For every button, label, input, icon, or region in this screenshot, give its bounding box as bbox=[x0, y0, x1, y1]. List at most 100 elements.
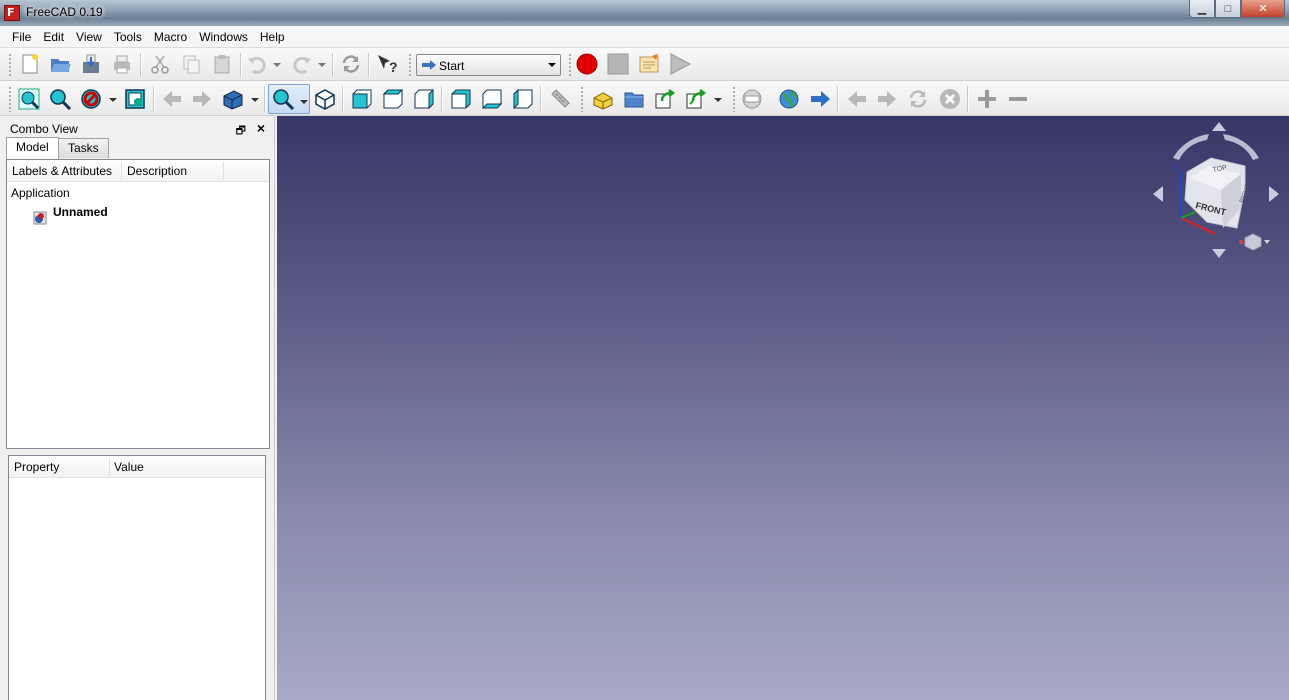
view-left-icon[interactable] bbox=[512, 88, 534, 110]
make-link-icon[interactable] bbox=[654, 88, 676, 110]
zoom-out-icon[interactable] bbox=[1007, 88, 1029, 110]
web-back-icon[interactable] bbox=[846, 88, 868, 110]
view-bottom-icon[interactable] bbox=[481, 88, 503, 110]
make-sublink-icon[interactable] bbox=[685, 88, 707, 110]
whats-this-icon[interactable]: ? bbox=[376, 53, 398, 75]
toolbar-grip[interactable] bbox=[580, 86, 584, 112]
column-divider[interactable] bbox=[109, 458, 110, 476]
draw-style-icon[interactable] bbox=[80, 88, 102, 110]
refresh-icon[interactable] bbox=[340, 53, 362, 75]
rotate-cw-icon[interactable] bbox=[1223, 134, 1259, 160]
3d-view[interactable]: TOP FRONT RIGHT Z bbox=[277, 116, 1289, 700]
navigation-cube[interactable]: TOP FRONT RIGHT Z bbox=[1151, 120, 1281, 260]
copy-icon[interactable] bbox=[180, 53, 202, 75]
open-folder-icon[interactable] bbox=[49, 53, 71, 75]
web-stop-icon[interactable] bbox=[741, 88, 763, 110]
toolbar-separator bbox=[240, 53, 242, 77]
bounding-box-icon[interactable] bbox=[124, 88, 146, 110]
column-property[interactable]: Property bbox=[14, 460, 59, 474]
paste-icon[interactable] bbox=[211, 53, 233, 75]
rotate-left-icon[interactable] bbox=[1153, 186, 1163, 202]
undo-icon[interactable] bbox=[246, 53, 268, 75]
minimize-button[interactable]: ▁ bbox=[1189, 0, 1215, 18]
close-button[interactable]: ✕ bbox=[1241, 0, 1285, 18]
float-panel-icon[interactable]: 🗗 bbox=[236, 122, 246, 141]
view-top-icon[interactable] bbox=[382, 88, 404, 110]
column-divider[interactable] bbox=[223, 162, 224, 180]
menu-windows[interactable]: Windows bbox=[193, 26, 254, 47]
std-views-dropdown-icon[interactable] bbox=[250, 88, 260, 110]
fit-selection-icon[interactable] bbox=[49, 88, 71, 110]
create-part-icon[interactable] bbox=[592, 88, 614, 110]
rotate-up-icon[interactable] bbox=[1212, 122, 1226, 131]
menu-tools[interactable]: Tools bbox=[108, 26, 148, 47]
web-globe-icon[interactable] bbox=[778, 88, 800, 110]
create-group-icon[interactable] bbox=[623, 88, 645, 110]
toolbar-separator bbox=[140, 53, 142, 77]
zoom-in-icon[interactable] bbox=[976, 88, 998, 110]
svg-text:?: ? bbox=[389, 59, 398, 75]
save-icon[interactable] bbox=[80, 53, 102, 75]
chevron-down-icon bbox=[548, 63, 556, 67]
redo-dropdown-icon[interactable] bbox=[317, 53, 327, 75]
web-go-arrow-icon[interactable] bbox=[809, 88, 831, 110]
toolbar-grip[interactable] bbox=[732, 86, 736, 112]
menu-help[interactable]: Help bbox=[254, 26, 291, 47]
column-divider[interactable] bbox=[121, 162, 122, 180]
std-views-icon[interactable] bbox=[222, 88, 244, 110]
web-forward-icon[interactable] bbox=[876, 88, 898, 110]
print-icon[interactable] bbox=[111, 53, 133, 75]
macro-edit-icon[interactable] bbox=[638, 53, 660, 75]
tree-group-application[interactable]: Application bbox=[11, 186, 70, 200]
view-right-icon[interactable] bbox=[413, 88, 435, 110]
maximize-button[interactable]: □ bbox=[1215, 0, 1241, 18]
close-panel-icon[interactable]: × bbox=[257, 120, 265, 136]
zoom-active-button[interactable] bbox=[268, 84, 310, 114]
menu-file[interactable]: File bbox=[6, 26, 37, 47]
toolbar-separator bbox=[441, 86, 443, 112]
macro-run-icon[interactable] bbox=[669, 53, 691, 75]
column-value[interactable]: Value bbox=[114, 460, 144, 474]
link-actions-dropdown-icon[interactable] bbox=[713, 88, 723, 110]
rotate-ccw-icon[interactable] bbox=[1173, 134, 1209, 160]
toolbar-grip[interactable] bbox=[8, 86, 12, 112]
model-tree: Labels & Attributes Description Applicat… bbox=[6, 159, 270, 449]
document-icon bbox=[33, 211, 47, 225]
toolbar-grip[interactable] bbox=[8, 53, 12, 77]
tab-model[interactable]: Model bbox=[6, 137, 59, 159]
menu-view[interactable]: View bbox=[70, 26, 108, 47]
back-arrow-icon[interactable] bbox=[161, 88, 183, 110]
undo-dropdown-icon[interactable] bbox=[272, 53, 282, 75]
view-front-icon[interactable] bbox=[351, 88, 373, 110]
menu-macro[interactable]: Macro bbox=[148, 26, 193, 47]
web-stop-loading-icon[interactable] bbox=[939, 88, 961, 110]
menu-edit[interactable]: Edit bbox=[37, 26, 70, 47]
new-document-icon[interactable] bbox=[19, 53, 41, 75]
toolbar-grip[interactable] bbox=[408, 53, 412, 77]
toolbar-grip[interactable] bbox=[568, 53, 572, 77]
workbench-selector[interactable]: Start bbox=[416, 54, 561, 76]
combo-view-header: Combo View 🗗 × bbox=[4, 120, 272, 138]
column-labels-attributes[interactable]: Labels & Attributes bbox=[12, 164, 112, 178]
view-toolbar bbox=[0, 81, 1289, 116]
view-isometric-icon[interactable] bbox=[314, 88, 336, 110]
fit-all-icon[interactable] bbox=[18, 88, 40, 110]
rotate-down-icon[interactable] bbox=[1212, 249, 1226, 258]
web-refresh-icon[interactable] bbox=[907, 88, 929, 110]
macro-stop-icon[interactable] bbox=[607, 53, 629, 75]
navcube-menu-icon[interactable] bbox=[1239, 233, 1270, 251]
redo-icon[interactable] bbox=[291, 53, 313, 75]
cut-icon[interactable] bbox=[149, 53, 171, 75]
draw-style-dropdown-icon[interactable] bbox=[108, 88, 118, 110]
tab-tasks[interactable]: Tasks bbox=[58, 138, 109, 158]
toolbar-separator bbox=[837, 86, 839, 112]
document-unnamed[interactable]: Unnamed bbox=[53, 205, 108, 219]
title-bar: F FreeCAD 0.19 ▁ □ ✕ bbox=[0, 0, 1289, 26]
measure-distance-icon[interactable] bbox=[549, 88, 571, 110]
column-description[interactable]: Description bbox=[127, 164, 187, 178]
rotate-right-icon[interactable] bbox=[1269, 186, 1279, 202]
combo-view-title: Combo View bbox=[10, 122, 78, 136]
view-rear-icon[interactable] bbox=[450, 88, 472, 110]
forward-arrow-icon[interactable] bbox=[191, 88, 213, 110]
macro-record-icon[interactable] bbox=[576, 53, 598, 75]
